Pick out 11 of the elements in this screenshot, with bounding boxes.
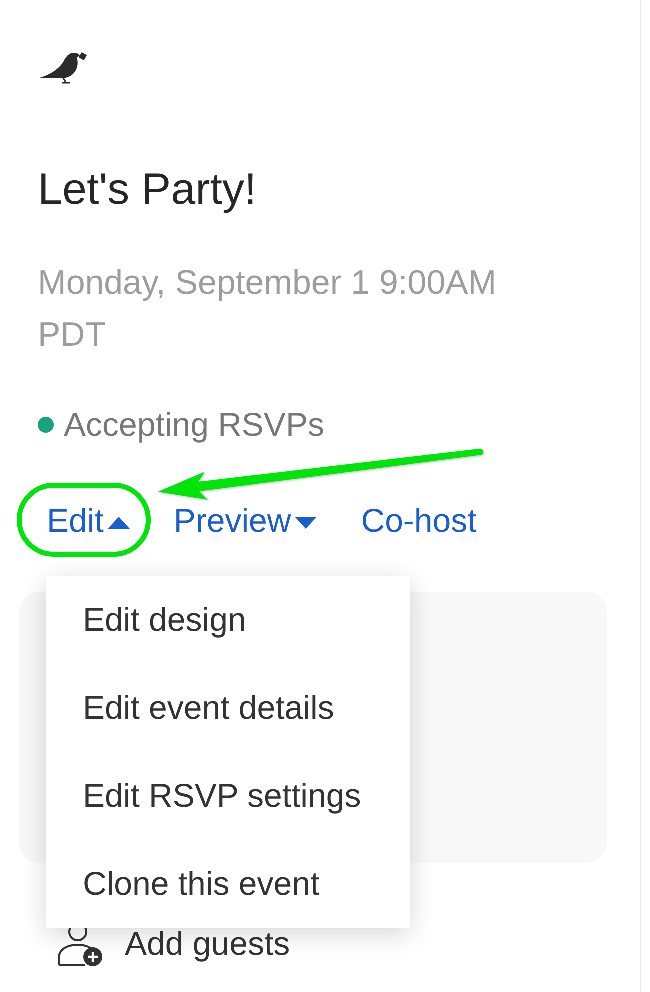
menu-item[interactable]: Edit RSVP settings xyxy=(46,752,410,840)
menu-item[interactable]: Edit event details xyxy=(46,664,410,752)
bird-logo xyxy=(40,52,88,84)
dropdown-link[interactable]: Preview xyxy=(174,501,318,541)
event-datetime: Monday, September 1 9:00AM PDT xyxy=(38,263,498,356)
dropdown-link[interactable]: Edit xyxy=(47,501,130,541)
link[interactable]: Co-host xyxy=(361,501,477,541)
event-title: Let's Party! xyxy=(38,164,258,216)
status-label: Accepting RSVPs xyxy=(64,405,324,445)
status-dot-icon xyxy=(38,417,54,433)
menu-item[interactable]: Edit design xyxy=(46,576,410,664)
